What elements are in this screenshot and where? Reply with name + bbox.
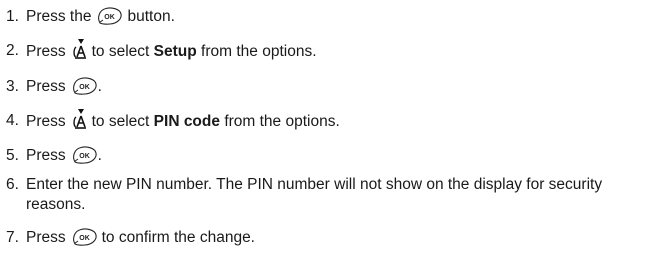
option-name: Setup xyxy=(153,43,197,61)
step-text: . xyxy=(97,78,102,96)
step-text: from the options. xyxy=(201,43,317,61)
ok-button-icon xyxy=(96,6,123,26)
step-text: Press xyxy=(26,113,66,131)
list-item: 4. Press to select PIN code from the opti… xyxy=(6,111,340,133)
step-text: to select xyxy=(91,43,150,61)
ok-button-icon xyxy=(71,227,98,247)
step-text: Press the xyxy=(26,8,92,26)
list-item: 1. Press the button. xyxy=(6,7,175,27)
step-number: 5. xyxy=(6,147,19,164)
step-text: Press xyxy=(26,147,66,165)
list-item: 7. Press to confirm the change. xyxy=(6,228,255,248)
step-number: 2. xyxy=(6,42,19,59)
ok-button-icon xyxy=(71,145,98,165)
list-item: 2. Press to select Setup from the options… xyxy=(6,41,317,63)
navigation-key-icon xyxy=(72,108,88,130)
list-item: 3. Press. xyxy=(6,77,102,97)
ok-button-icon xyxy=(71,76,98,96)
step-number: 4. xyxy=(6,112,19,129)
step-text: Enter the new PIN number. The PIN number… xyxy=(26,176,603,213)
step-text: Press xyxy=(26,229,66,247)
step-number: 7. xyxy=(6,229,19,246)
navigation-key-icon xyxy=(72,38,88,60)
step-number: 6. xyxy=(6,176,19,193)
step-text: to select xyxy=(91,113,150,131)
option-name: PIN code xyxy=(153,113,220,131)
step-text: from the options. xyxy=(224,113,340,131)
step-text: Press xyxy=(26,78,66,96)
list-item: 5. Press. xyxy=(6,146,102,166)
step-text: to confirm the change. xyxy=(101,229,255,247)
step-number: 1. xyxy=(6,8,19,25)
list-item: 6. Enter the new PIN number. The PIN num… xyxy=(6,175,626,215)
step-text: button. xyxy=(127,8,175,26)
step-number: 3. xyxy=(6,78,19,95)
step-text: Press xyxy=(26,43,66,61)
step-text: . xyxy=(97,147,102,165)
